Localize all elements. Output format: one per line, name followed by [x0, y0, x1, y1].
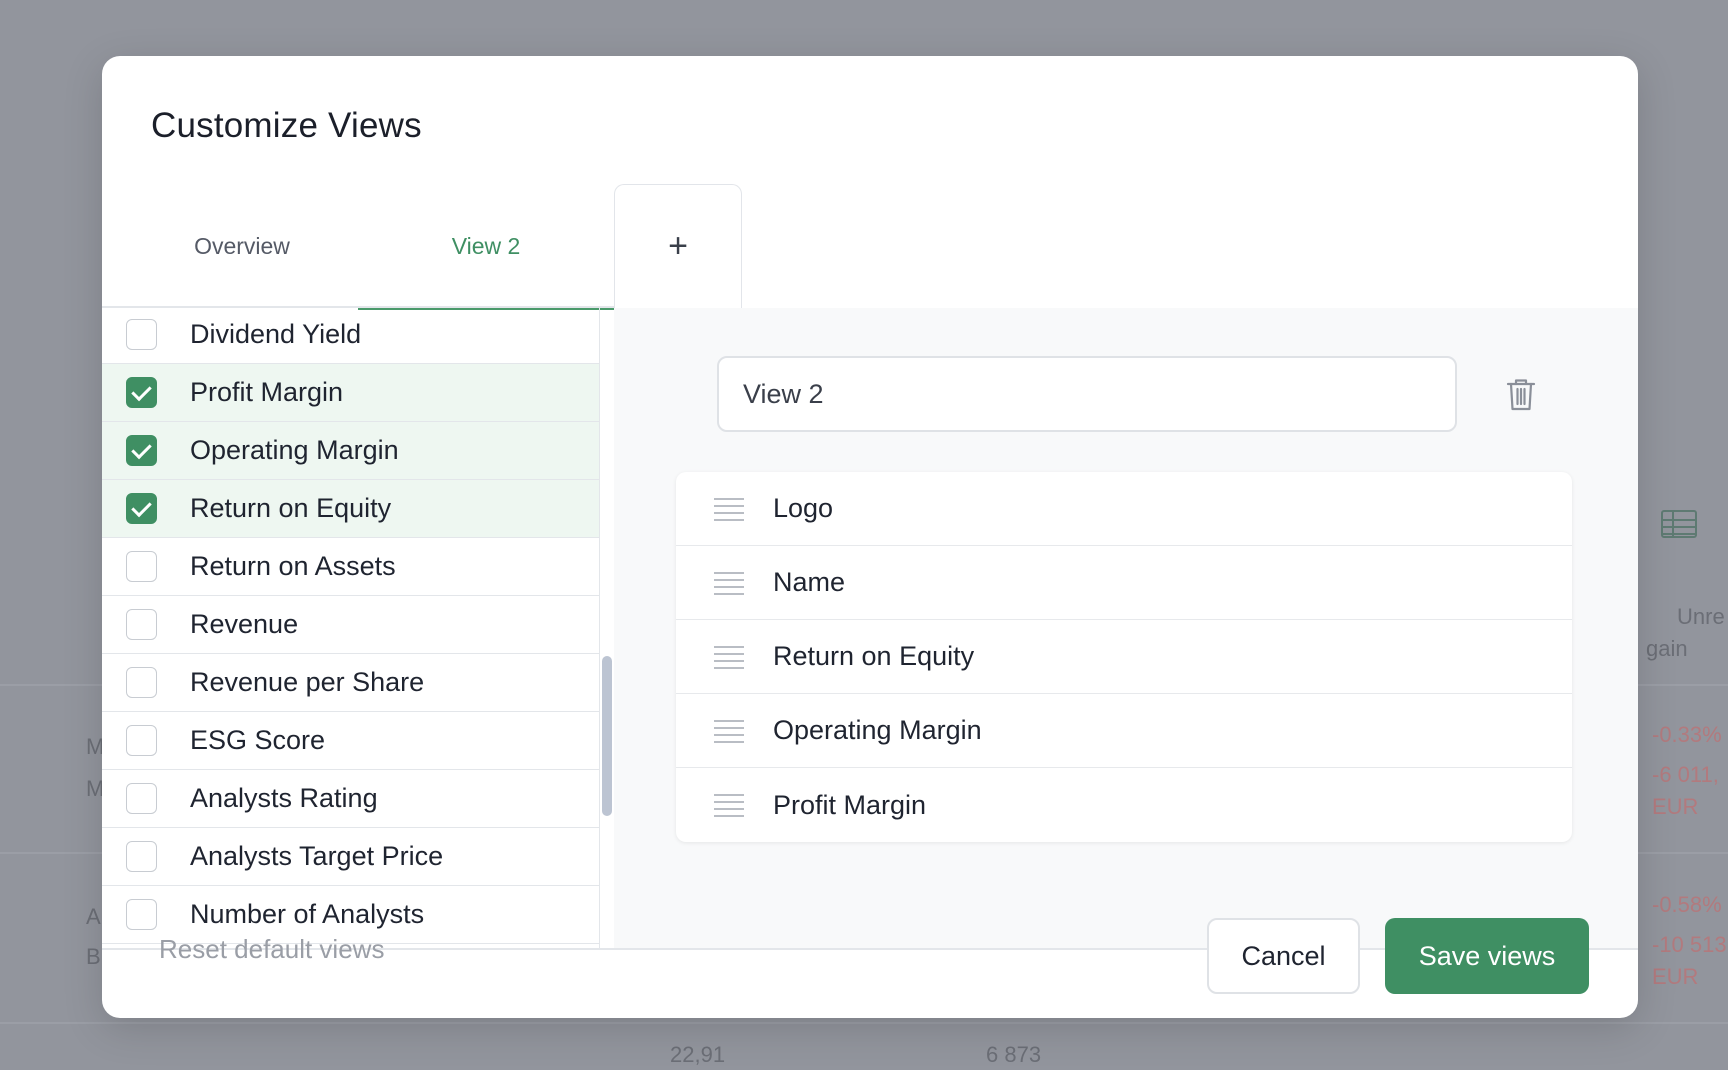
- background-value: EUR: [1652, 964, 1699, 989]
- background-value: -10 513: [1652, 932, 1727, 957]
- tab-view-2[interactable]: View 2: [358, 184, 614, 310]
- background-value: B: [86, 944, 101, 969]
- metric-checkbox[interactable]: [126, 725, 157, 756]
- metric-item-revenue-per-share[interactable]: Revenue per Share: [102, 654, 599, 712]
- reset-default-views-link[interactable]: Reset default views: [159, 934, 384, 965]
- metric-label: Operating Margin: [190, 435, 399, 465]
- background-value: 22,91: [670, 1042, 726, 1067]
- metric-item-esg-score[interactable]: ESG Score: [102, 712, 599, 770]
- table-view-icon: [1661, 510, 1697, 538]
- cancel-button[interactable]: Cancel: [1207, 918, 1360, 994]
- column-item-profit-margin[interactable]: Profit Margin: [676, 768, 1572, 842]
- background-header: gain: [1646, 636, 1688, 661]
- metric-item-dividend-yield[interactable]: Dividend Yield: [102, 306, 599, 364]
- metric-label: Dividend Yield: [190, 319, 362, 349]
- add-view-button[interactable]: +: [614, 184, 742, 308]
- metric-checkbox[interactable]: [126, 783, 157, 814]
- metric-checkbox[interactable]: [126, 841, 157, 872]
- selected-columns-list[interactable]: Logo Name Return on Equity Operating Mar…: [676, 472, 1572, 842]
- metric-label: Revenue: [190, 609, 299, 639]
- metric-label: Revenue per Share: [190, 667, 425, 697]
- column-item-name[interactable]: Name: [676, 546, 1572, 620]
- metric-item-operating-margin[interactable]: Operating Margin: [102, 422, 599, 480]
- metric-item-revenue[interactable]: Revenue: [102, 596, 599, 654]
- drag-handle-icon[interactable]: [714, 571, 744, 595]
- customize-views-modal: Customize Views Overview View 2 + Divide…: [102, 56, 1638, 1018]
- metric-label: Analysts Rating: [190, 783, 378, 813]
- metric-checkbox[interactable]: [126, 609, 157, 640]
- trash-icon[interactable]: [1501, 374, 1541, 414]
- column-item-logo[interactable]: Logo: [676, 472, 1572, 546]
- column-label: Return on Equity: [773, 641, 975, 671]
- column-item-return-on-equity[interactable]: Return on Equity: [676, 620, 1572, 694]
- view-tabs: Overview View 2: [102, 184, 1638, 310]
- drag-handle-icon[interactable]: [714, 497, 744, 521]
- metric-label: Return on Equity: [190, 493, 392, 523]
- drag-handle-icon[interactable]: [714, 794, 744, 817]
- metric-checkbox[interactable]: [126, 899, 157, 930]
- metric-label: Number of Analysts: [190, 899, 425, 929]
- background-divider: [0, 1022, 1728, 1024]
- column-item-operating-margin[interactable]: Operating Margin: [676, 694, 1572, 768]
- metric-item-return-on-assets[interactable]: Return on Assets: [102, 538, 599, 596]
- metric-checkbox-checked[interactable]: [126, 493, 157, 524]
- metric-label: ESG Score: [190, 725, 326, 755]
- metric-label: Profit Margin: [190, 377, 344, 407]
- background-value: -0.58%: [1652, 892, 1722, 917]
- metrics-scrollbar[interactable]: [602, 656, 612, 816]
- background-value: -0.33%: [1652, 722, 1722, 747]
- metrics-list[interactable]: Dividend Yield Profit Margin Operating M…: [102, 306, 600, 948]
- metric-label: Analysts Target Price: [190, 841, 444, 871]
- background-value: EUR: [1652, 794, 1699, 819]
- modal-title: Customize Views: [151, 106, 422, 145]
- column-label: Name: [773, 567, 846, 597]
- metric-checkbox-checked[interactable]: [126, 435, 157, 466]
- background-value: -6 011,: [1652, 762, 1719, 787]
- metric-item-analysts-target-price[interactable]: Analysts Target Price: [102, 828, 599, 886]
- metric-item-return-on-equity[interactable]: Return on Equity: [102, 480, 599, 538]
- metric-checkbox[interactable]: [126, 667, 157, 698]
- drag-handle-icon[interactable]: [714, 719, 744, 743]
- metric-item-profit-margin[interactable]: Profit Margin: [102, 364, 599, 422]
- drag-handle-icon[interactable]: [714, 645, 744, 669]
- tab-overview[interactable]: Overview: [151, 184, 333, 308]
- metric-checkbox[interactable]: [126, 551, 157, 582]
- background-value: A: [86, 904, 101, 929]
- background-header: Unre: [1677, 604, 1725, 629]
- metric-checkbox-checked[interactable]: [126, 377, 157, 408]
- metric-item-analysts-rating[interactable]: Analysts Rating: [102, 770, 599, 828]
- save-views-button[interactable]: Save views: [1385, 918, 1589, 994]
- column-label: Profit Margin: [773, 789, 927, 820]
- column-label: Operating Margin: [773, 715, 982, 745]
- column-label: Logo: [773, 493, 834, 523]
- view-editor-panel: Logo Name Return on Equity Operating Mar…: [614, 308, 1638, 948]
- metric-checkbox[interactable]: [126, 319, 157, 350]
- view-name-input[interactable]: [717, 356, 1457, 432]
- background-value: 6 873: [986, 1042, 1042, 1067]
- metric-label: Return on Assets: [190, 551, 396, 581]
